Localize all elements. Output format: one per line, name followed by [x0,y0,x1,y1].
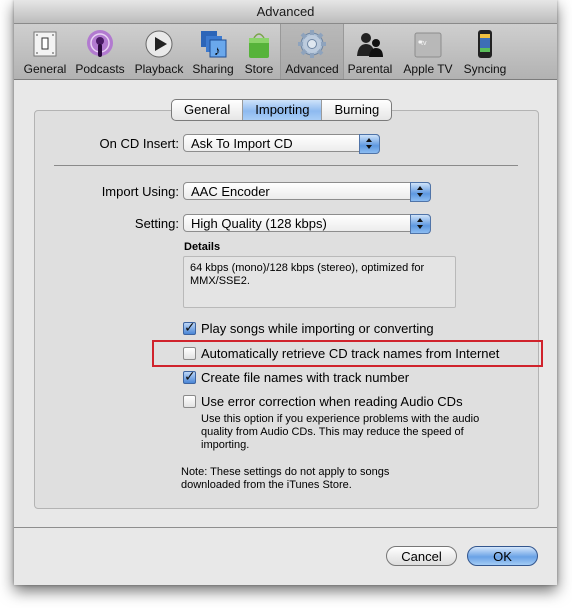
on-cd-insert-label: On CD Insert: [99,136,179,151]
checkbox-label: Create file names with track number [201,369,410,385]
toolbar-item-label: General [23,62,67,76]
toolbar-item-general[interactable]: General [20,24,70,79]
sharing-music-icon: ♪ [201,31,227,58]
tab-general[interactable]: General [172,100,244,120]
toolbar-item-label: Sharing [192,62,234,76]
advanced-preferences-window: Advanced General Podcasts Playback ♪ Sha… [14,0,557,585]
popup-arrows-icon [410,182,431,202]
import-using-value: AAC Encoder [191,184,270,199]
annotation-highlight-box [152,340,543,367]
popup-arrows-icon [359,134,380,154]
apple-tv-icon: tv [414,32,442,58]
checkbox-play-songs-while-importing[interactable]: Play songs while importing or converting [183,319,434,336]
preferences-toolbar: General Podcasts Playback ♪ Sharing Stor… [14,24,557,80]
checkbox-use-error-correction[interactable]: Use error correction when reading Audio … [183,393,463,409]
checkbox-label: Play songs while importing or converting [201,320,434,336]
tab-burning[interactable]: Burning [322,100,391,120]
details-title: Details [184,241,221,253]
section-separator [54,165,518,166]
setting-label: Setting: [134,216,179,231]
settings-note: Note: These settings do not apply to son… [181,466,390,491]
podcast-icon [87,30,113,57]
window-title: Advanced [14,0,557,24]
details-text: 64 kbps (mono)/128 kbps (stereo), optimi… [183,256,456,308]
toolbar-item-store[interactable]: Store [240,24,278,79]
play-icon [145,30,173,58]
svg-text:tv: tv [421,40,427,47]
setting-value: High Quality (128 kbps) [191,216,327,231]
tab-bar: General Importing Burning [171,99,393,121]
on-cd-insert-value: Ask To Import CD [191,136,293,151]
toolbar-item-label: Syncing [463,62,507,76]
popup-arrows-icon [410,214,431,234]
tab-importing[interactable]: Importing [243,100,323,120]
toolbar-item-label: Advanced [285,62,339,76]
import-using-select[interactable]: AAC Encoder [183,182,431,202]
checkbox-checked-icon[interactable] [183,368,196,385]
iphone-icon [478,30,492,58]
toolbar-item-podcasts[interactable]: Podcasts [72,24,128,79]
checkbox-checked-icon[interactable] [183,319,196,336]
toolbar-item-apple-tv[interactable]: tv Apple TV [399,24,457,79]
checkbox-label: Use error correction when reading Audio … [201,393,463,409]
setting-select[interactable]: High Quality (128 kbps) [183,214,431,234]
footer-divider [14,527,557,528]
toolbar-item-label: Parental [347,62,393,76]
error-correction-help-text: Use this option if you experience proble… [201,413,480,451]
parental-people-icon [357,33,383,57]
toolbar-item-playback[interactable]: Playback [132,24,186,79]
toolbar-item-parental[interactable]: Parental [345,24,395,79]
toolbar-item-advanced[interactable]: Advanced [280,24,344,79]
toolbar-item-label: Apple TV [403,62,453,76]
toolbar-item-label: Store [244,62,274,76]
toolbar-item-label: Playback [134,62,184,76]
cancel-button[interactable]: Cancel [386,546,457,566]
switch-icon [33,31,57,57]
toolbar-item-sharing[interactable]: ♪ Sharing [190,24,236,79]
on-cd-insert-select[interactable]: Ask To Import CD [183,134,380,154]
gear-icon [298,30,326,58]
import-using-label: Import Using: [101,184,179,199]
ok-button[interactable]: OK [467,546,538,566]
svg-text:♪: ♪ [214,43,221,58]
checkbox-create-file-names-with-track-number[interactable]: Create file names with track number [183,368,410,385]
shopping-bag-icon [249,33,269,58]
toolbar-item-label: Podcasts [75,62,125,76]
checkbox-unchecked-icon[interactable] [183,394,196,408]
toolbar-item-syncing[interactable]: Syncing [460,24,510,79]
